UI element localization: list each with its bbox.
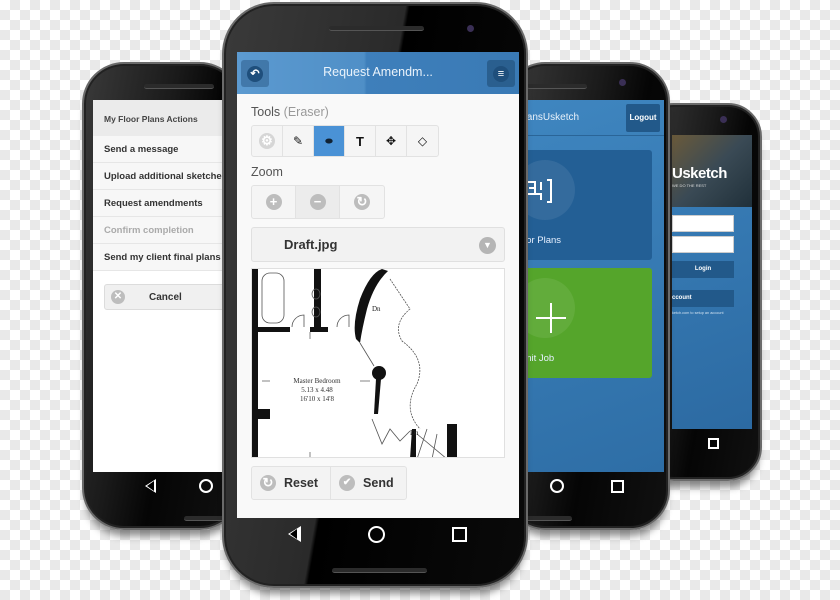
password-field[interactable] [672, 236, 734, 253]
system-nav-bar [124, 474, 234, 498]
current-tool-label: (Eraser) [283, 105, 329, 119]
nav-recent-icon[interactable] [707, 437, 719, 449]
nav-home-icon[interactable] [550, 479, 565, 493]
app-header: plansUsketch Logout [509, 100, 664, 136]
resize-tool-button[interactable]: ◇ [407, 126, 438, 156]
phone-left: My Floor Plans Actions Send a message Up… [82, 62, 243, 530]
room-metric: 5.13 x 4.48 [301, 386, 333, 394]
menu-item-request-amendments[interactable]: Request amendments [93, 190, 243, 217]
check-circle-icon: ✔ [339, 475, 356, 491]
tools-label: Tools [251, 105, 281, 119]
front-camera [619, 79, 626, 86]
front-camera [720, 116, 727, 123]
send-label: Send [363, 476, 394, 490]
nav-recent-icon[interactable] [451, 526, 467, 542]
speaker-grille [329, 26, 424, 31]
nav-back-icon[interactable] [287, 526, 301, 542]
page-title: Request Amendm... [323, 65, 433, 79]
refresh-icon: ↻ [354, 194, 370, 210]
pencil-icon: ✎ [292, 134, 304, 148]
floor-plans-tile[interactable]: Floor Plans [509, 150, 652, 260]
account-note: ketch.com to setup an account [672, 311, 724, 315]
floorplan-drawing [252, 269, 457, 457]
login-button[interactable]: Login [672, 261, 734, 278]
nav-recent-icon[interactable] [610, 479, 624, 493]
system-nav-bar [527, 474, 647, 498]
reset-button[interactable]: ↻ Reset [252, 467, 332, 499]
nav-home-icon[interactable] [198, 479, 213, 493]
hamburger-menu-icon: ≡ [493, 65, 509, 82]
username-field[interactable] [672, 215, 734, 232]
eraser-icon: ⬬ [325, 135, 333, 146]
system-nav-bar [254, 520, 500, 548]
gear-icon: ⚙ [259, 133, 275, 149]
front-camera [467, 25, 474, 32]
logout-button[interactable]: Logout [626, 103, 660, 132]
chevron-down-circle-icon: ▼ [479, 237, 496, 254]
selected-file: Draft.jpg [284, 237, 338, 252]
zoom-reset-button[interactable]: ↻ [340, 186, 384, 218]
hero-banner: Usketch WE DO THE REST [672, 135, 752, 207]
menu-item-send-final-plans[interactable]: Send my client final plans [93, 244, 243, 271]
room-name: Master Bedroom [293, 377, 341, 385]
nav-home-icon[interactable] [367, 525, 385, 543]
send-button[interactable]: ✔ Send [331, 467, 406, 499]
action-buttons: ↻ Reset ✔ Send [251, 466, 407, 500]
brand-tagline: WE DO THE REST [672, 183, 707, 188]
text-tool-button[interactable]: T [345, 126, 376, 156]
cancel-label: Cancel [149, 291, 182, 303]
menu-item-send-message[interactable]: Send a message [93, 136, 243, 163]
refresh-icon: ↻ [260, 475, 276, 491]
menu-button[interactable]: ≡ [487, 60, 515, 87]
floorplan-canvas[interactable]: Master Bedroom 5.13 x 4.48 16'10 x 14'8 … [251, 268, 505, 458]
text-icon: T [356, 133, 364, 149]
minus-circle-icon: − [309, 194, 326, 210]
brand-logo: Usketch [672, 165, 727, 182]
app-title: plansUsketch [519, 112, 580, 123]
login-screen: Usketch WE DO THE REST Login ccount ketc… [672, 135, 752, 429]
tools-heading: Tools (Eraser) [251, 105, 519, 119]
speaker-grille-bottom [332, 568, 427, 573]
actions-menu-screen: My Floor Plans Actions Send a message Up… [93, 100, 243, 472]
reset-label: Reset [284, 476, 319, 490]
app-header: ↶ Request Amendm... ≡ [237, 52, 519, 94]
plus-circle-icon: + [265, 194, 282, 210]
pencil-tool-button[interactable]: ✎ [283, 126, 314, 156]
speaker-grille [527, 84, 587, 89]
phone-main: ↶ Request Amendm... ≡ Tools (Eraser) ⚙ ✎… [222, 2, 528, 588]
nav-back-icon[interactable] [145, 479, 157, 493]
stair-label: Dn [372, 305, 381, 313]
dashboard-screen: plansUsketch Logout Floor Plans ubmit Jo… [509, 100, 664, 472]
phone-right: plansUsketch Logout Floor Plans ubmit Jo… [505, 62, 670, 530]
menu-title: My Floor Plans Actions [93, 100, 243, 136]
stair-label: Dn [410, 429, 419, 437]
close-circle-icon: ✕ [111, 290, 125, 304]
zoom-heading: Zoom [251, 165, 283, 179]
settings-tool-button[interactable]: ⚙ [252, 126, 283, 156]
speaker-grille [144, 84, 214, 89]
zoom-in-button[interactable]: + [252, 186, 296, 218]
system-nav-bar [702, 435, 724, 451]
create-account-button[interactable]: ccount [672, 290, 734, 307]
move-tool-button[interactable]: ✥ [376, 126, 407, 156]
request-amendments-screen: ↶ Request Amendm... ≡ Tools (Eraser) ⚙ ✎… [237, 52, 519, 518]
tools-toolbar: ⚙ ✎ ⬬ T ✥ ◇ [251, 125, 439, 157]
eraser-tool-button[interactable]: ⬬ [314, 126, 345, 156]
zoom-out-button[interactable]: − [296, 186, 340, 218]
move-icon: ✥ [385, 134, 397, 148]
resize-icon: ◇ [417, 134, 428, 148]
room-label: Master Bedroom 5.13 x 4.48 16'10 x 14'8 [282, 377, 352, 404]
file-select-dropdown[interactable]: Draft.jpg ▼ [251, 227, 505, 262]
zoom-toolbar: + − ↻ [251, 185, 385, 219]
room-imperial: 16'10 x 14'8 [299, 395, 335, 403]
submit-job-tile[interactable]: ubmit Job [509, 268, 652, 378]
menu-item-upload-sketches[interactable]: Upload additional sketches [93, 163, 243, 190]
menu-item-confirm-completion: Confirm completion [93, 217, 243, 244]
